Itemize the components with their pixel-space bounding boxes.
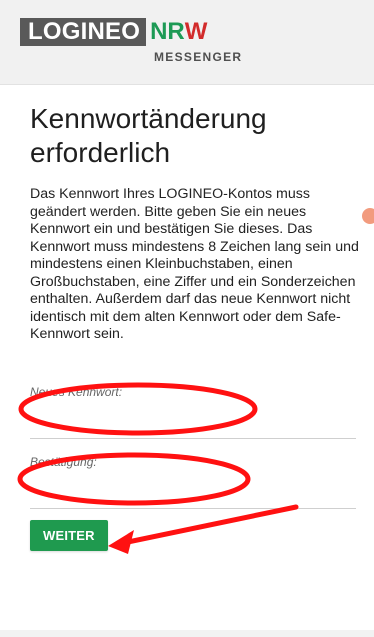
page-title: Kennwortänderung erforderlich <box>30 103 267 168</box>
logo-main-text: LOGINEO <box>28 18 141 45</box>
messenger-subtitle: MESSENGER <box>154 50 243 64</box>
new-password-field-group: Neues Kennwort: <box>30 385 356 439</box>
red-arrow-icon <box>108 530 134 554</box>
red-arrow-shaft <box>120 504 299 546</box>
confirmation-field-group: Bestätigung: <box>30 455 356 509</box>
logineo-nrw-logo: LOGINEO NR W <box>20 18 208 46</box>
new-password-input[interactable] <box>30 404 356 439</box>
confirmation-label: Bestätigung: <box>30 455 97 469</box>
new-password-label: Neues Kennwort: <box>30 385 123 399</box>
app-header: LOGINEO NR W MESSENGER <box>0 0 374 85</box>
bottom-bar <box>0 630 374 637</box>
scroll-handle-icon[interactable] <box>362 208 374 224</box>
logo-w-text: W <box>184 18 208 45</box>
main-content: Kennwortänderung erforderlich Das Kennwo… <box>30 102 360 344</box>
confirmation-input[interactable] <box>30 474 356 509</box>
logo-nr-text: NR <box>150 18 185 45</box>
logo-region-text: NR W <box>146 18 208 46</box>
weiter-button[interactable]: WEITER <box>30 520 108 551</box>
password-change-page: LOGINEO NR W MESSENGER Kennwortänderung e… <box>0 0 374 637</box>
password-requirements-text: Das Kennwort Ihres LOGINEO-Kontos muss g… <box>30 186 359 342</box>
